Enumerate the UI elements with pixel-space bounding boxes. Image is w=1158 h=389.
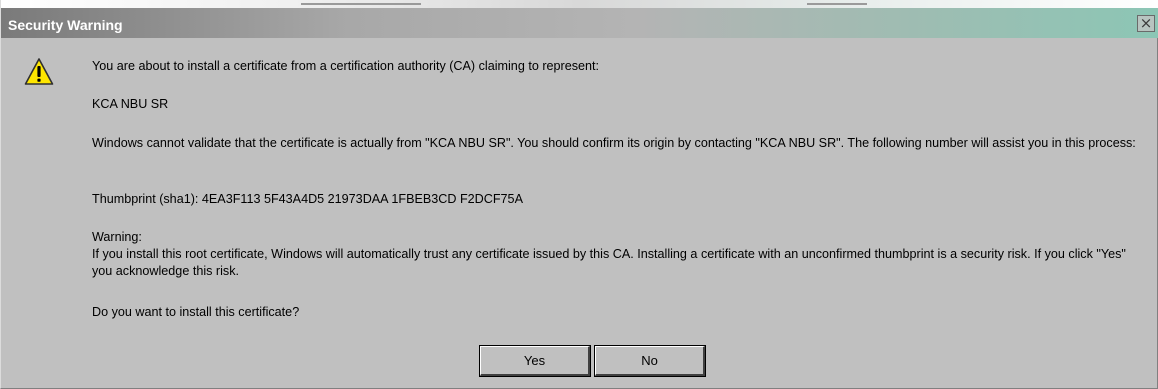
yes-button[interactable]: Yes — [479, 345, 591, 377]
window-title: Security Warning — [8, 17, 123, 33]
warning-text: If you install this root certificate, Wi… — [92, 247, 1126, 278]
validation-text: Windows cannot validate that the certifi… — [92, 136, 1136, 150]
install-question: Do you want to install this certificate? — [92, 305, 300, 319]
title-bar-top-strip — [1, 0, 1158, 8]
security-warning-dialog: Security Warning × You are about to inst… — [0, 0, 1158, 389]
warning-label: Warning: — [92, 230, 142, 244]
no-button[interactable]: No — [594, 345, 706, 377]
close-icon[interactable]: × — [1137, 15, 1155, 32]
intro-text: You are about to install a certificate f… — [92, 59, 600, 73]
ca-name: KCA NBU SR — [92, 97, 169, 111]
title-bar[interactable]: Security Warning × — [1, 0, 1158, 38]
warning-triangle-icon — [24, 58, 54, 85]
background-window-fragment — [807, 3, 867, 5]
thumbprint-text: Thumbprint (sha1): 4EA3F113 5F43A4D5 219… — [92, 192, 523, 206]
background-window-fragment — [301, 3, 421, 5]
